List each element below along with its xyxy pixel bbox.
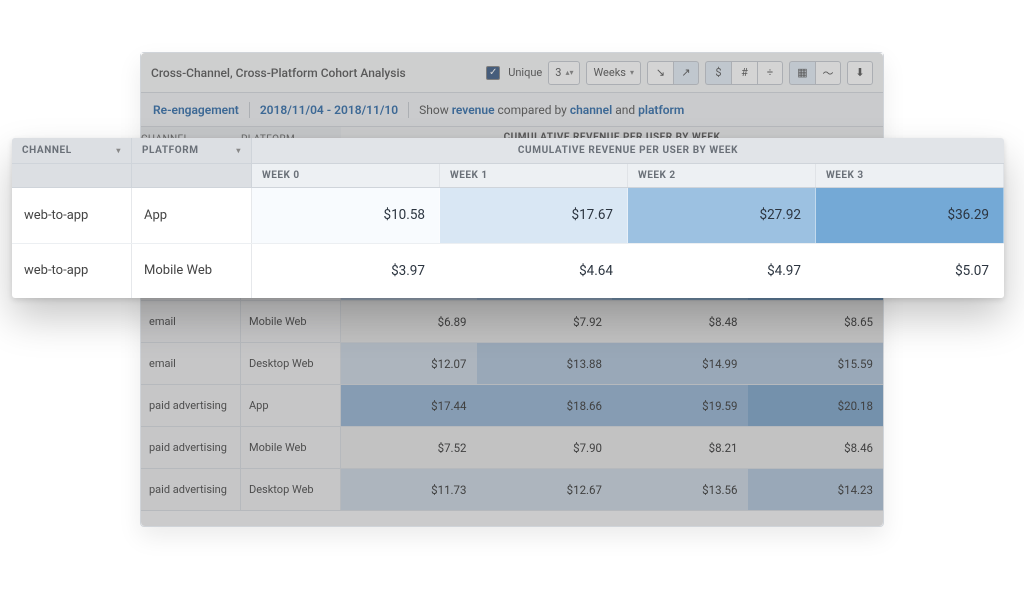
- value-cell: $3.97: [252, 244, 440, 299]
- panel-title: Cross-Channel, Cross-Platform Cohort Ana…: [151, 66, 406, 80]
- unique-label: Unique: [508, 66, 542, 79]
- count-stepper[interactable]: 3 ▴▾: [548, 61, 580, 85]
- sort-icon: ▾: [116, 146, 121, 155]
- metric-link[interactable]: revenue: [452, 103, 495, 117]
- sentence: Show revenue compared by channel and pla…: [419, 103, 684, 117]
- line-chart-icon: 〜: [823, 65, 834, 81]
- divide-button[interactable]: ÷: [757, 61, 783, 85]
- platform-cell: Mobile Web: [241, 427, 341, 468]
- value-cell: $7.52: [341, 427, 477, 468]
- value-cell: $11.73: [341, 469, 477, 510]
- table-row: paid advertising App $17.44$18.66$19.59$…: [141, 385, 883, 427]
- table-row: web-to-app App $10.58$17.67$27.92$36.29: [12, 188, 1004, 244]
- channel-cell: paid advertising: [141, 385, 241, 426]
- channel-cell: paid advertising: [141, 427, 241, 468]
- channel-cell: web-to-app: [12, 244, 132, 299]
- table-row: email Mobile Web $6.89$7.92$8.48$8.65: [141, 301, 883, 343]
- filter-summary-bar: Re-engagement 2018/11/04 - 2018/11/10 Sh…: [141, 93, 883, 127]
- value-cell: $27.92: [628, 188, 816, 243]
- checkbox-icon: ✓: [486, 66, 500, 80]
- week-header: WEEK 1: [440, 164, 628, 187]
- divider: [249, 102, 250, 118]
- value-mode-group: $ # ÷: [705, 61, 783, 85]
- table-view-button[interactable]: ▦: [789, 61, 815, 85]
- channel-cell: email: [141, 343, 241, 384]
- platform-cell: App: [132, 188, 252, 243]
- download-icon: ⬇: [855, 66, 864, 79]
- unique-toggle[interactable]: ✓ Unique: [486, 61, 542, 85]
- cohort-link[interactable]: Re-engagement: [153, 103, 239, 117]
- value-cell: $6.89: [341, 301, 477, 342]
- value-cell: $4.97: [628, 244, 816, 299]
- value-cell: $12.67: [477, 469, 613, 510]
- week-header: WEEK 2: [628, 164, 816, 187]
- table-row: paid advertising Mobile Web $7.52$7.90$8…: [141, 427, 883, 469]
- view-mode-group: ▦ 〜: [789, 61, 841, 85]
- platform-header[interactable]: PLATFORM▾: [132, 138, 252, 163]
- channel-cell: email: [141, 301, 241, 342]
- value-cell: $8.48: [612, 301, 748, 342]
- metric-title: CUMULATIVE REVENUE PER USER BY WEEK: [252, 138, 1004, 163]
- divide-icon: ÷: [767, 66, 773, 79]
- decay-icon: ↘: [656, 66, 665, 79]
- value-cell: $4.64: [440, 244, 628, 299]
- channel-header[interactable]: CHANNEL▾: [12, 138, 132, 163]
- channel-cell: paid advertising: [141, 469, 241, 510]
- week-header: WEEK 3: [816, 164, 1004, 187]
- value-cell: $7.92: [477, 301, 613, 342]
- value-cell: $8.65: [748, 301, 884, 342]
- divider: [408, 102, 409, 118]
- value-cell: $5.07: [816, 244, 1004, 299]
- platform-cell: Desktop Web: [241, 469, 341, 510]
- value-cell: $13.88: [477, 343, 613, 384]
- growth-icon: ↗: [681, 66, 690, 79]
- value-cell: $12.07: [341, 343, 477, 384]
- decay-curve-button[interactable]: ↘: [647, 61, 673, 85]
- dim2-link[interactable]: platform: [638, 103, 684, 117]
- platform-cell: App: [241, 385, 341, 426]
- value-cell: $18.66: [477, 385, 613, 426]
- chevron-down-icon: ▾: [630, 68, 634, 77]
- chart-view-button[interactable]: 〜: [815, 61, 841, 85]
- value-cell: $19.59: [612, 385, 748, 426]
- sort-icon: ▾: [236, 146, 241, 155]
- table-row: email Desktop Web $12.07$13.88$14.99$15.…: [141, 343, 883, 385]
- dollar-icon: $: [715, 66, 721, 79]
- value-cell: $14.99: [612, 343, 748, 384]
- unit-select[interactable]: Weeks ▾: [586, 61, 641, 85]
- value-cell: $10.58: [252, 188, 440, 243]
- value-cell: $17.44: [341, 385, 477, 426]
- channel-cell: web-to-app: [12, 188, 132, 243]
- hash-icon: #: [741, 66, 748, 79]
- value-cell: $7.90: [477, 427, 613, 468]
- value-cell: $8.21: [612, 427, 748, 468]
- date-range-link[interactable]: 2018/11/04 - 2018/11/10: [260, 103, 398, 117]
- value-cell: $17.67: [440, 188, 628, 243]
- platform-cell: Mobile Web: [132, 244, 252, 299]
- hash-button[interactable]: #: [731, 61, 757, 85]
- dollar-button[interactable]: $: [705, 61, 731, 85]
- platform-cell: Desktop Web: [241, 343, 341, 384]
- value-cell: $20.18: [748, 385, 884, 426]
- platform-cell: Mobile Web: [241, 301, 341, 342]
- highlight-card: CHANNEL▾ PLATFORM▾ CUMULATIVE REVENUE PE…: [12, 138, 1004, 298]
- value-cell: $8.46: [748, 427, 884, 468]
- grid-icon: ▦: [797, 66, 807, 79]
- curve-mode-group: ↘ ↗: [647, 61, 699, 85]
- dim1-link[interactable]: channel: [570, 103, 612, 117]
- value-cell: $36.29: [816, 188, 1004, 243]
- download-button[interactable]: ⬇: [847, 61, 873, 85]
- table-row: paid advertising Desktop Web $11.73$12.6…: [141, 469, 883, 511]
- week-header: WEEK 0: [252, 164, 440, 187]
- toolbar: Cross-Channel, Cross-Platform Cohort Ana…: [141, 53, 883, 93]
- growth-curve-button[interactable]: ↗: [673, 61, 699, 85]
- table-row: web-to-app Mobile Web $3.97$4.64$4.97$5.…: [12, 244, 1004, 299]
- value-cell: $14.23: [748, 469, 884, 510]
- value-cell: $13.56: [612, 469, 748, 510]
- value-cell: $15.59: [748, 343, 884, 384]
- stepper-icon: ▴▾: [565, 68, 573, 77]
